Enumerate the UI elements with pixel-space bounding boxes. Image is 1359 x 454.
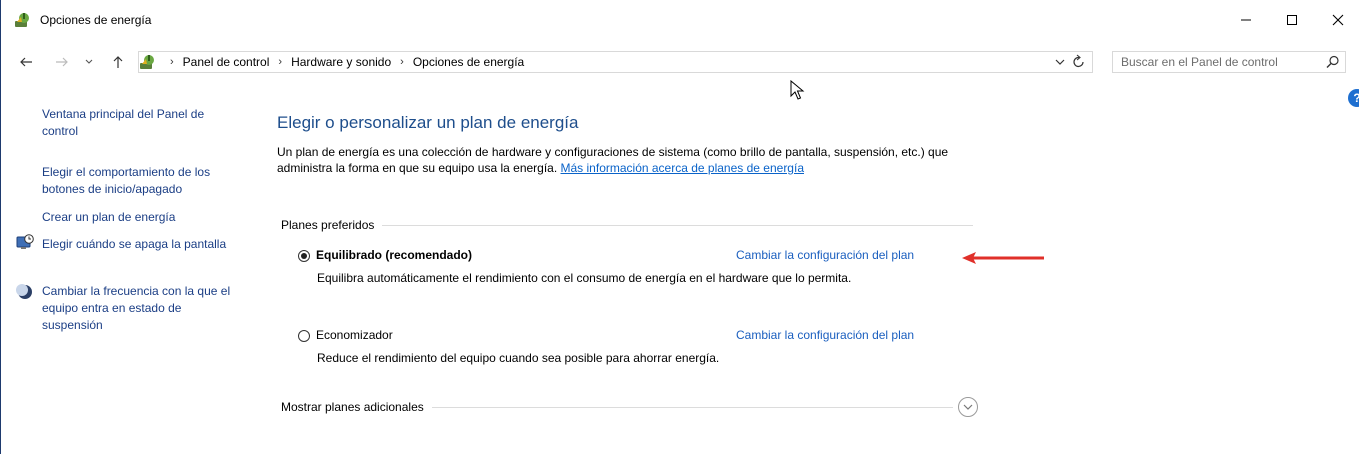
power-options-icon (15, 13, 29, 27)
plan-power-saver-name[interactable]: Economizador (316, 328, 393, 342)
back-arrow-icon (20, 57, 32, 67)
sidebar-item-create-plan[interactable]: Crear un plan de energía (42, 209, 242, 226)
address-dropdown-icon[interactable] (1053, 55, 1067, 69)
forward-button[interactable] (52, 52, 72, 72)
minimize-button[interactable] (1223, 0, 1269, 40)
close-button[interactable] (1315, 0, 1359, 40)
search-input[interactable]: Buscar en el Panel de control (1121, 55, 1278, 69)
sidebar-item-sleep[interactable]: Cambiar la frecuencia con la que el equi… (42, 283, 242, 334)
recent-locations-button[interactable] (82, 52, 96, 72)
chevron-down-icon (85, 59, 93, 64)
search-icon[interactable] (1326, 55, 1340, 69)
back-button[interactable] (16, 52, 36, 72)
breadcrumb-separator-icon: › (400, 56, 404, 68)
plan-balanced-name[interactable]: Equilibrado (recomendado) (316, 248, 472, 262)
title-bar: Opciones de energía (0, 0, 1359, 40)
up-arrow-icon (113, 56, 123, 68)
plan-power-saver-change-link[interactable]: Cambiar la configuración del plan (736, 328, 914, 342)
breadcrumb-separator-icon: › (278, 56, 283, 68)
forward-arrow-icon (56, 57, 68, 67)
group-divider (281, 225, 973, 226)
mouse-cursor-icon (790, 80, 805, 100)
breadcrumb-power-options[interactable]: Opciones de energía (413, 55, 524, 69)
expand-more-plans-button[interactable] (958, 397, 978, 417)
breadcrumb-separator-icon: › (170, 56, 174, 68)
annotation-arrow-icon (962, 252, 1044, 264)
refresh-icon[interactable] (1072, 54, 1086, 70)
search-box[interactable]: Buscar en el Panel de control (1112, 51, 1346, 73)
control-panel-icon (140, 55, 154, 69)
maximize-button[interactable] (1269, 0, 1315, 40)
moon-icon (16, 284, 32, 299)
window-title: Opciones de energía (40, 13, 152, 27)
plan-power-saver-radio[interactable] (298, 330, 310, 342)
page-title: Elegir o personalizar un plan de energía (277, 113, 579, 132)
breadcrumb: › Panel de control › Hardware y sonido ›… (161, 55, 524, 69)
breadcrumb-control-panel[interactable]: Panel de control (183, 55, 270, 69)
sidebar-item-power-buttons[interactable]: Elegir el comportamiento de los botones … (42, 164, 242, 198)
chevron-down-icon (963, 404, 973, 410)
plan-power-saver-description: Reduce el rendimiento del equipo cuando … (317, 351, 720, 365)
preferred-plans-label: Planes preferidos (281, 218, 383, 232)
plan-balanced-change-link[interactable]: Cambiar la configuración del plan (736, 248, 914, 262)
close-icon (1332, 14, 1344, 26)
plan-balanced-description: Equilibra automáticamente el rendimiento… (317, 271, 852, 285)
monitor-clock-icon (16, 234, 34, 249)
breadcrumb-hardware-sound[interactable]: Hardware y sonido (291, 55, 391, 69)
plan-balanced-radio[interactable] (298, 250, 310, 262)
sidebar-item-display-off[interactable]: Elegir cuándo se apaga la pantalla (42, 236, 242, 253)
more-plans-label[interactable]: Mostrar planes adicionales (281, 400, 432, 414)
minimize-icon (1241, 19, 1251, 21)
sidebar-item-control-panel-home[interactable]: Ventana principal del Panel de control (42, 106, 242, 140)
navigation-bar: › Panel de control › Hardware y sonido ›… (0, 48, 1359, 76)
learn-more-link[interactable]: Más información acerca de planes de ener… (561, 161, 804, 175)
page-description: Un plan de energía es una colección de h… (277, 144, 977, 176)
help-icon[interactable]: ? (1348, 89, 1359, 107)
up-button[interactable] (108, 52, 128, 72)
address-bar[interactable]: › Panel de control › Hardware y sonido ›… (138, 51, 1093, 73)
maximize-icon (1287, 15, 1297, 25)
